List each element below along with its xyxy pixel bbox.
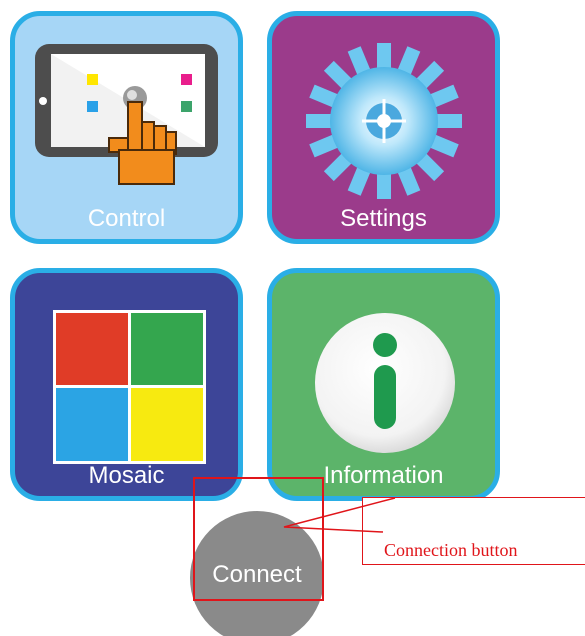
annotation-highlight-box	[193, 477, 324, 601]
settings-tile[interactable]: Settings	[267, 11, 500, 244]
mosaic-tile[interactable]: Mosaic	[10, 268, 243, 501]
control-tile[interactable]: Control	[10, 11, 243, 244]
callout-text: Connection button	[384, 540, 518, 560]
information-tile[interactable]: Information	[267, 268, 500, 501]
settings-label: Settings	[340, 205, 427, 232]
control-label: Control	[87, 205, 166, 232]
